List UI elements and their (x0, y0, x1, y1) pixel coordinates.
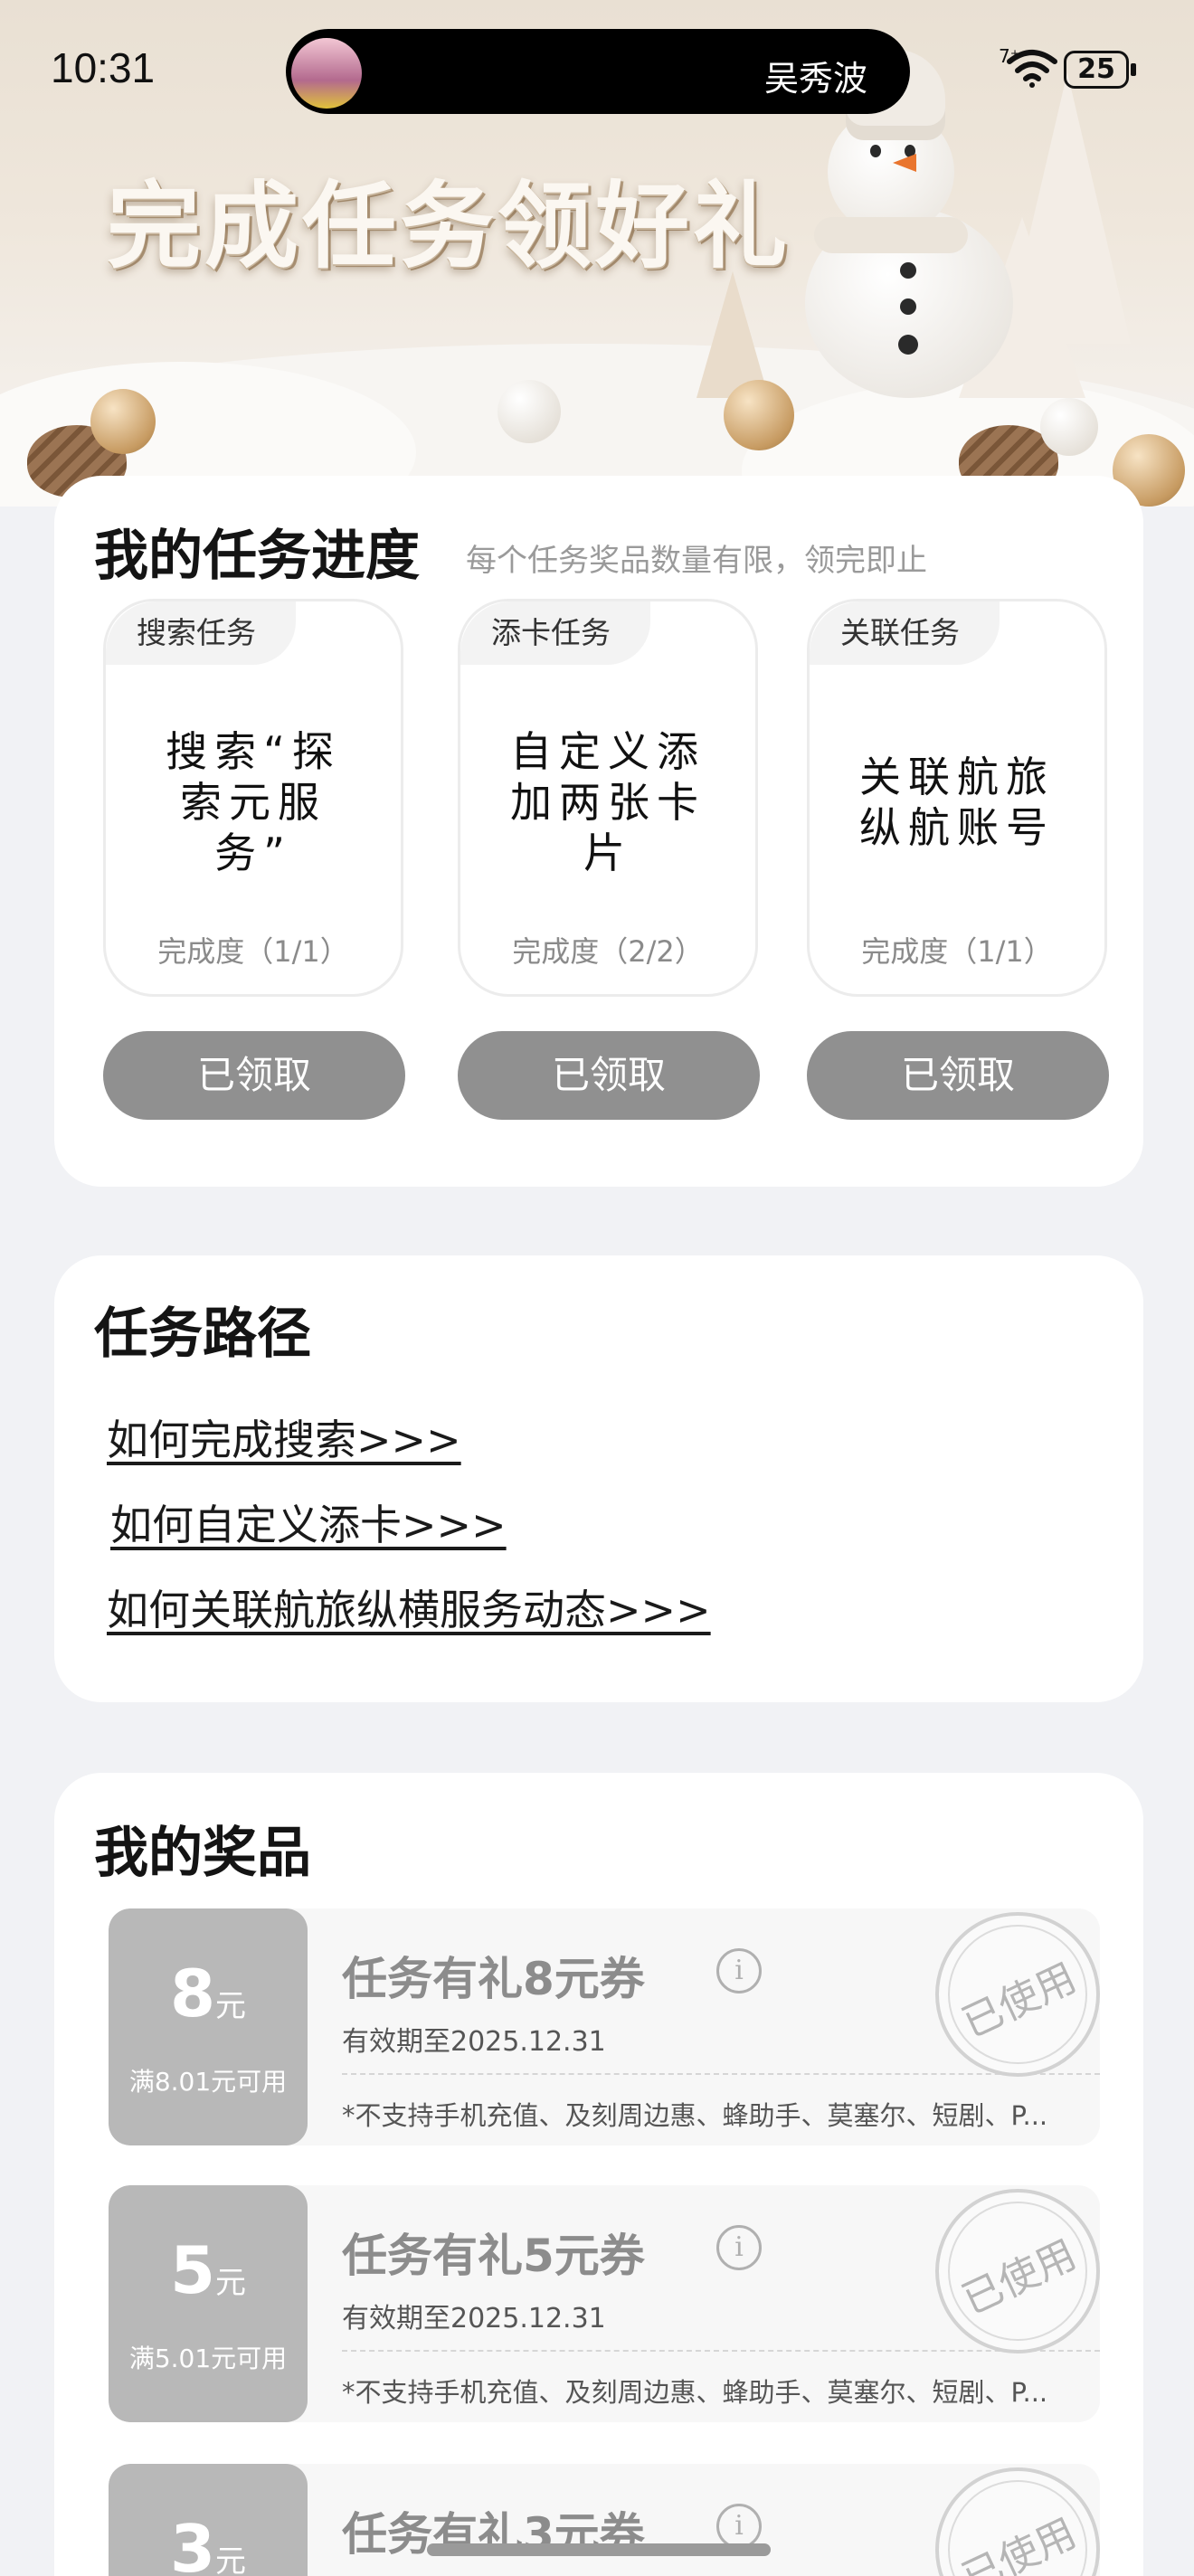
prizes-title: 我的奖品 (94, 1822, 311, 1885)
task-path-card: 任务路径 如何完成搜索>>> 如何自定义添卡>>> 如何关联航旅纵横服务动态>>… (54, 1255, 1143, 1702)
snowman-nose (893, 154, 916, 172)
link-account-guide-link[interactable]: 如何关联航旅纵横服务动态>>> (107, 1577, 711, 1637)
coupon-value-panel: 3元 (109, 2464, 308, 2576)
task-box-search: 搜索任务 搜索“探索元服务” 完成度（1/1） (103, 599, 403, 997)
task-box-link-account: 关联任务 关联航旅纵航账号 完成度（1/1） (807, 599, 1107, 997)
task-progress-card: 我的任务进度 每个任务奖品数量有限，领完即止 搜索任务 搜索“探索元服务” 完成… (54, 476, 1143, 1187)
snowman-button (898, 335, 918, 355)
live-activity-name: 吴秀波 (764, 59, 868, 99)
coupon-amount: 3元 (169, 2511, 247, 2576)
info-icon[interactable]: i (716, 2504, 762, 2549)
info-icon[interactable]: i (716, 2225, 762, 2270)
coupon-item[interactable]: 8元 满8.01元可用 任务有礼8元券 i 有效期至2025.12.31 *不支… (109, 1908, 1100, 2145)
coupon-title: 任务有礼8元券 (342, 1953, 645, 2005)
used-stamp: 已使用 (935, 2189, 1100, 2353)
coupon-validity: 有效期至2025.12.31 (342, 2026, 606, 2058)
coupon-value-panel: 5元 满5.01元可用 (109, 2185, 308, 2422)
coupon-note: *不支持手机充值、及刻周边惠、蜂助手、莫塞尔、短剧、P... (342, 2100, 1048, 2131)
snowman-button (900, 298, 916, 315)
snowman-scarf (814, 217, 968, 253)
used-stamp: 已使用 (935, 2467, 1100, 2576)
coupon-value-panel: 8元 满8.01元可用 (109, 1908, 308, 2145)
coupon-condition: 满5.01元可用 (128, 2344, 288, 2373)
claimed-button[interactable]: 已领取 (458, 1031, 760, 1120)
ornament-ball (724, 380, 794, 450)
task-progress-text: 完成度（2/2） (512, 934, 704, 969)
coupon-validity: 有效期至2025.12.31 (342, 2303, 606, 2334)
coupon-amount: 8元 (169, 1956, 247, 2031)
coupon-amount: 5元 (169, 2232, 247, 2308)
task-progress-text: 完成度（1/1） (861, 934, 1053, 969)
coupon-condition: 满8.01元可用 (128, 2067, 288, 2097)
add-card-guide-link[interactable]: 如何自定义添卡>>> (110, 1492, 507, 1552)
task-path-title: 任务路径 (94, 1302, 311, 1366)
used-stamp: 已使用 (935, 1912, 1100, 2077)
status-time: 10:31 (51, 44, 156, 91)
snowball (498, 380, 561, 443)
snowman-eye (870, 145, 881, 157)
battery-tip (1131, 63, 1136, 76)
coupon-title: 任务有礼5元券 (342, 2230, 645, 2282)
info-icon[interactable]: i (716, 1948, 762, 1994)
snowman-button (900, 262, 916, 279)
live-activity-avatar (291, 38, 362, 109)
ornament-ball (90, 389, 156, 454)
signal-label: 7⁺ (999, 45, 1020, 67)
claimed-button[interactable]: 已领取 (807, 1031, 1109, 1120)
home-indicator[interactable] (427, 2543, 771, 2556)
coupon-divider (342, 2073, 1100, 2075)
snowy-tree (696, 271, 769, 398)
coupon-item[interactable]: 3元 任务有礼3元券 i 已使用 (109, 2464, 1100, 2576)
battery-icon: 25 (1064, 51, 1129, 89)
task-progress-text: 完成度（1/1） (157, 934, 349, 969)
coupon-item[interactable]: 5元 满5.01元可用 任务有礼5元券 i 有效期至2025.12.31 *不支… (109, 2185, 1100, 2422)
hero-title: 完成任务领好礼 (107, 171, 791, 281)
search-guide-link[interactable]: 如何完成搜索>>> (107, 1407, 461, 1467)
task-progress-title: 我的任务进度 (94, 525, 420, 588)
task-box-add-card: 添卡任务 自定义添加两张卡片 完成度（2/2） (458, 599, 758, 997)
prizes-card: 我的奖品 8元 满8.01元可用 任务有礼8元券 i 有效期至2025.12.3… (54, 1773, 1143, 2576)
snowball (1040, 398, 1098, 456)
coupon-note: *不支持手机充值、及刻周边惠、蜂助手、莫塞尔、短剧、P... (342, 2377, 1048, 2408)
claimed-button[interactable]: 已领取 (103, 1031, 405, 1120)
coupon-divider (342, 2350, 1100, 2352)
task-progress-subtitle: 每个任务奖品数量有限，领完即止 (466, 543, 927, 579)
